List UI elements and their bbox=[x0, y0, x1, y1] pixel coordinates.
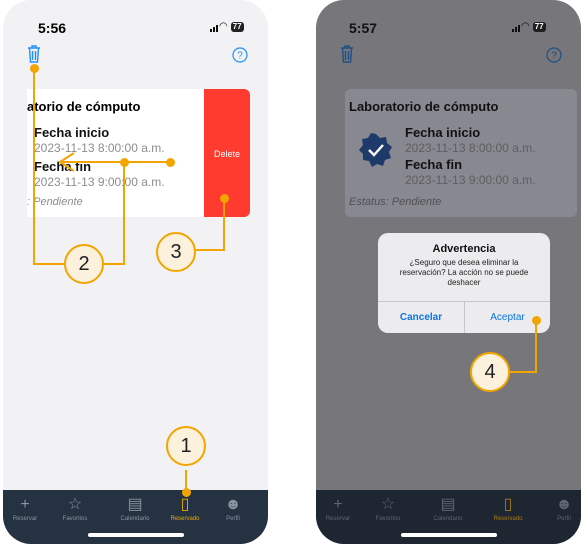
callout-dot bbox=[120, 158, 129, 167]
callout-4: 4 bbox=[470, 352, 510, 392]
callout-dot bbox=[30, 64, 39, 73]
callout-2: 2 bbox=[64, 244, 104, 284]
callout-dot bbox=[220, 194, 229, 203]
callout-dot bbox=[532, 316, 541, 325]
callout-dot bbox=[182, 488, 191, 497]
callout-dot bbox=[166, 158, 175, 167]
callout-1: 1 bbox=[166, 426, 206, 466]
callout-3: 3 bbox=[156, 232, 196, 272]
